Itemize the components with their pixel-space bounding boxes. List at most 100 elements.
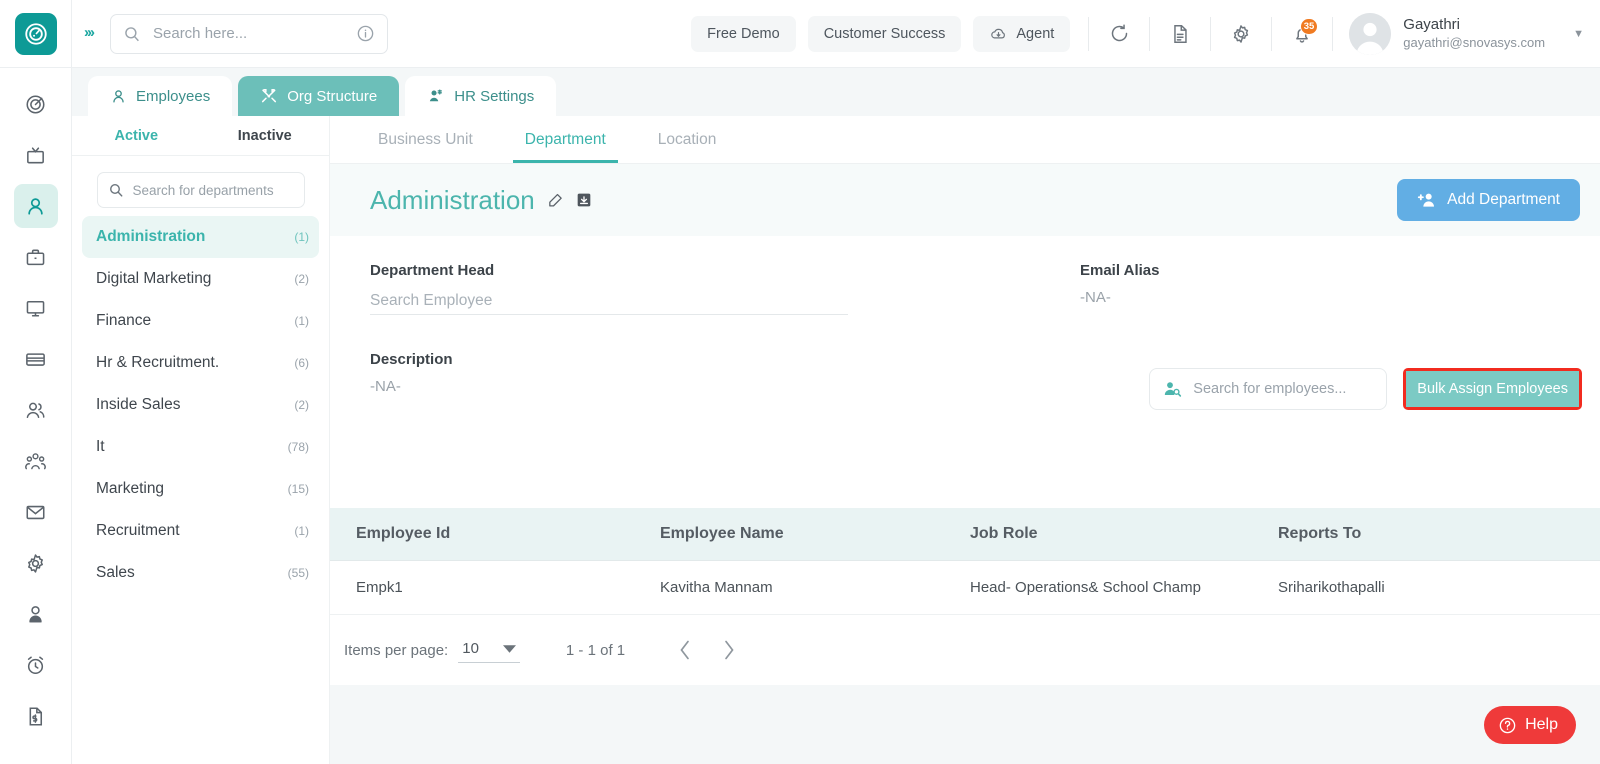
items-per-page-label: Items per page: (344, 641, 449, 659)
employee-search-box[interactable] (1149, 368, 1388, 410)
tab-employees-label: Employees (136, 87, 211, 105)
bulk-assign-highlight: Bulk Assign Employees (1403, 368, 1582, 410)
list-item[interactable]: Recruitment (1) (82, 510, 319, 552)
list-item[interactable]: Digital Marketing (2) (82, 258, 319, 300)
department-search-input[interactable] (132, 182, 310, 198)
subtab-department[interactable]: Department (499, 117, 632, 163)
department-count: (78) (287, 440, 309, 454)
help-button[interactable]: Help (1484, 706, 1576, 744)
tab-employees[interactable]: Employees (88, 76, 233, 116)
person-search-icon (1162, 379, 1182, 399)
department-search-box[interactable] (96, 172, 310, 208)
briefcase-icon[interactable] (14, 235, 58, 279)
app-root: ››› Free Demo Customer Suc (0, 0, 1600, 764)
table-row[interactable]: Empk1 Kavitha Mannam Head- Operations& S… (330, 560, 1600, 615)
sidebar-item-people[interactable] (13, 184, 58, 228)
tab-hr-settings[interactable]: HR Settings (405, 76, 557, 116)
credit-card-icon[interactable] (14, 337, 58, 381)
cell-employee-id: Empk1 (330, 560, 660, 615)
group-people-icon[interactable] (14, 439, 58, 483)
customer-success-label: Customer Success (823, 25, 946, 42)
chevron-left-icon[interactable] (663, 628, 707, 672)
list-item[interactable]: Administration (1) (82, 216, 319, 258)
gear-icon[interactable] (1217, 10, 1265, 58)
monitor-icon[interactable] (14, 286, 58, 330)
chevron-down-icon[interactable]: ▼ (1573, 28, 1584, 40)
brand-container: ››› (0, 0, 95, 68)
add-person-icon (1417, 190, 1437, 210)
list-item[interactable]: It (78) (82, 426, 319, 468)
bulk-assign-employees-button[interactable]: Bulk Assign Employees (1406, 371, 1579, 407)
global-search-box[interactable] (110, 13, 388, 54)
dashboard-target-icon[interactable] (14, 82, 58, 126)
cell-job-role: Head- Operations& School Champ (970, 560, 1278, 615)
department-count: (6) (294, 356, 309, 370)
department-count: (1) (294, 524, 309, 538)
list-item[interactable]: Sales (55) (82, 552, 319, 594)
email-alias-field: Email Alias -NA- (1080, 262, 1159, 306)
tab-hr-settings-label: HR Settings (454, 87, 535, 105)
tab-org-structure-label: Org Structure (287, 87, 378, 105)
settings-gear-icon[interactable] (14, 541, 58, 585)
subtab-business-unit[interactable]: Business Unit (352, 117, 499, 163)
department-name: It (96, 438, 105, 455)
customer-success-button[interactable]: Customer Success (807, 15, 962, 52)
department-count: (15) (287, 482, 309, 496)
archive-box-icon[interactable] (576, 192, 593, 209)
employee-search-input[interactable] (1193, 381, 1381, 397)
department-title-bar: Administration Add Department (330, 164, 1600, 236)
chevron-right-icon[interactable] (707, 628, 751, 672)
bulk-assign-label: Bulk Assign Employees (1417, 381, 1568, 397)
notification-bell-icon[interactable]: 35 (1278, 10, 1326, 58)
department-list: Administration (1) Digital Marketing (2)… (72, 216, 329, 594)
document-icon[interactable] (1156, 10, 1204, 58)
top-header-bar: ››› Free Demo Customer Suc (0, 0, 1600, 68)
user-menu[interactable]: Gayathri gayathri@snovasys.com ▼ (1349, 12, 1584, 55)
department-name: Recruitment (96, 522, 180, 539)
segment-active[interactable]: Active (72, 116, 201, 155)
mail-envelope-icon[interactable] (14, 490, 58, 534)
list-item[interactable]: Marketing (15) (82, 468, 319, 510)
cell-employee-name: Kavitha Mannam (660, 560, 970, 615)
column-employee-name[interactable]: Employee Name (660, 508, 970, 561)
column-job-role[interactable]: Job Role (970, 508, 1278, 561)
invoice-dollar-icon[interactable] (14, 694, 58, 738)
employee-toolbar: Bulk Assign Employees (1149, 368, 1582, 410)
department-count: (55) (287, 566, 309, 580)
alarm-clock-icon[interactable] (14, 643, 58, 687)
edit-pencil-icon[interactable] (547, 192, 564, 209)
list-item[interactable]: Hr & Recruitment. (6) (82, 342, 319, 384)
double-chevron-right-icon[interactable]: ››› (84, 24, 95, 41)
add-department-label: Add Department (1447, 191, 1560, 208)
department-count: (1) (294, 314, 309, 328)
user-info: Gayathri gayathri@snovasys.com (1403, 16, 1545, 51)
subtab-location[interactable]: Location (632, 117, 743, 163)
department-name: Inside Sales (96, 396, 181, 413)
main-content: Business Unit Department Location Admini… (330, 116, 1600, 764)
table-header-row: Employee Id Employee Name Job Role Repor… (330, 508, 1600, 561)
active-inactive-segment: Active Inactive (72, 116, 329, 156)
refresh-icon[interactable] (1095, 10, 1143, 58)
info-circle-icon[interactable] (356, 24, 375, 43)
two-people-icon[interactable] (14, 388, 58, 432)
department-side-panel: Active Inactive Administration (1) Digit… (72, 116, 330, 764)
tab-org-structure[interactable]: Org Structure (238, 76, 400, 116)
column-employee-id[interactable]: Employee Id (330, 508, 660, 561)
free-demo-button[interactable]: Free Demo (691, 15, 796, 52)
search-input[interactable] (153, 25, 356, 42)
add-department-button[interactable]: Add Department (1397, 179, 1580, 221)
tv-screen-icon[interactable] (14, 133, 58, 177)
department-count: (1) (294, 230, 309, 244)
tools-icon (260, 87, 278, 105)
user-profile-icon[interactable] (14, 592, 58, 636)
agent-button[interactable]: Agent (973, 15, 1071, 52)
left-icon-rail (0, 68, 72, 764)
list-item[interactable]: Inside Sales (2) (82, 384, 319, 426)
column-reports-to[interactable]: Reports To (1278, 508, 1600, 561)
clock-logo-icon[interactable] (14, 12, 57, 55)
segment-inactive[interactable]: Inactive (201, 116, 330, 155)
items-per-page-select[interactable]: 10 (458, 637, 520, 663)
department-head-input[interactable] (370, 287, 848, 315)
list-item[interactable]: Finance (1) (82, 300, 319, 342)
department-name: Hr & Recruitment. (96, 354, 220, 371)
